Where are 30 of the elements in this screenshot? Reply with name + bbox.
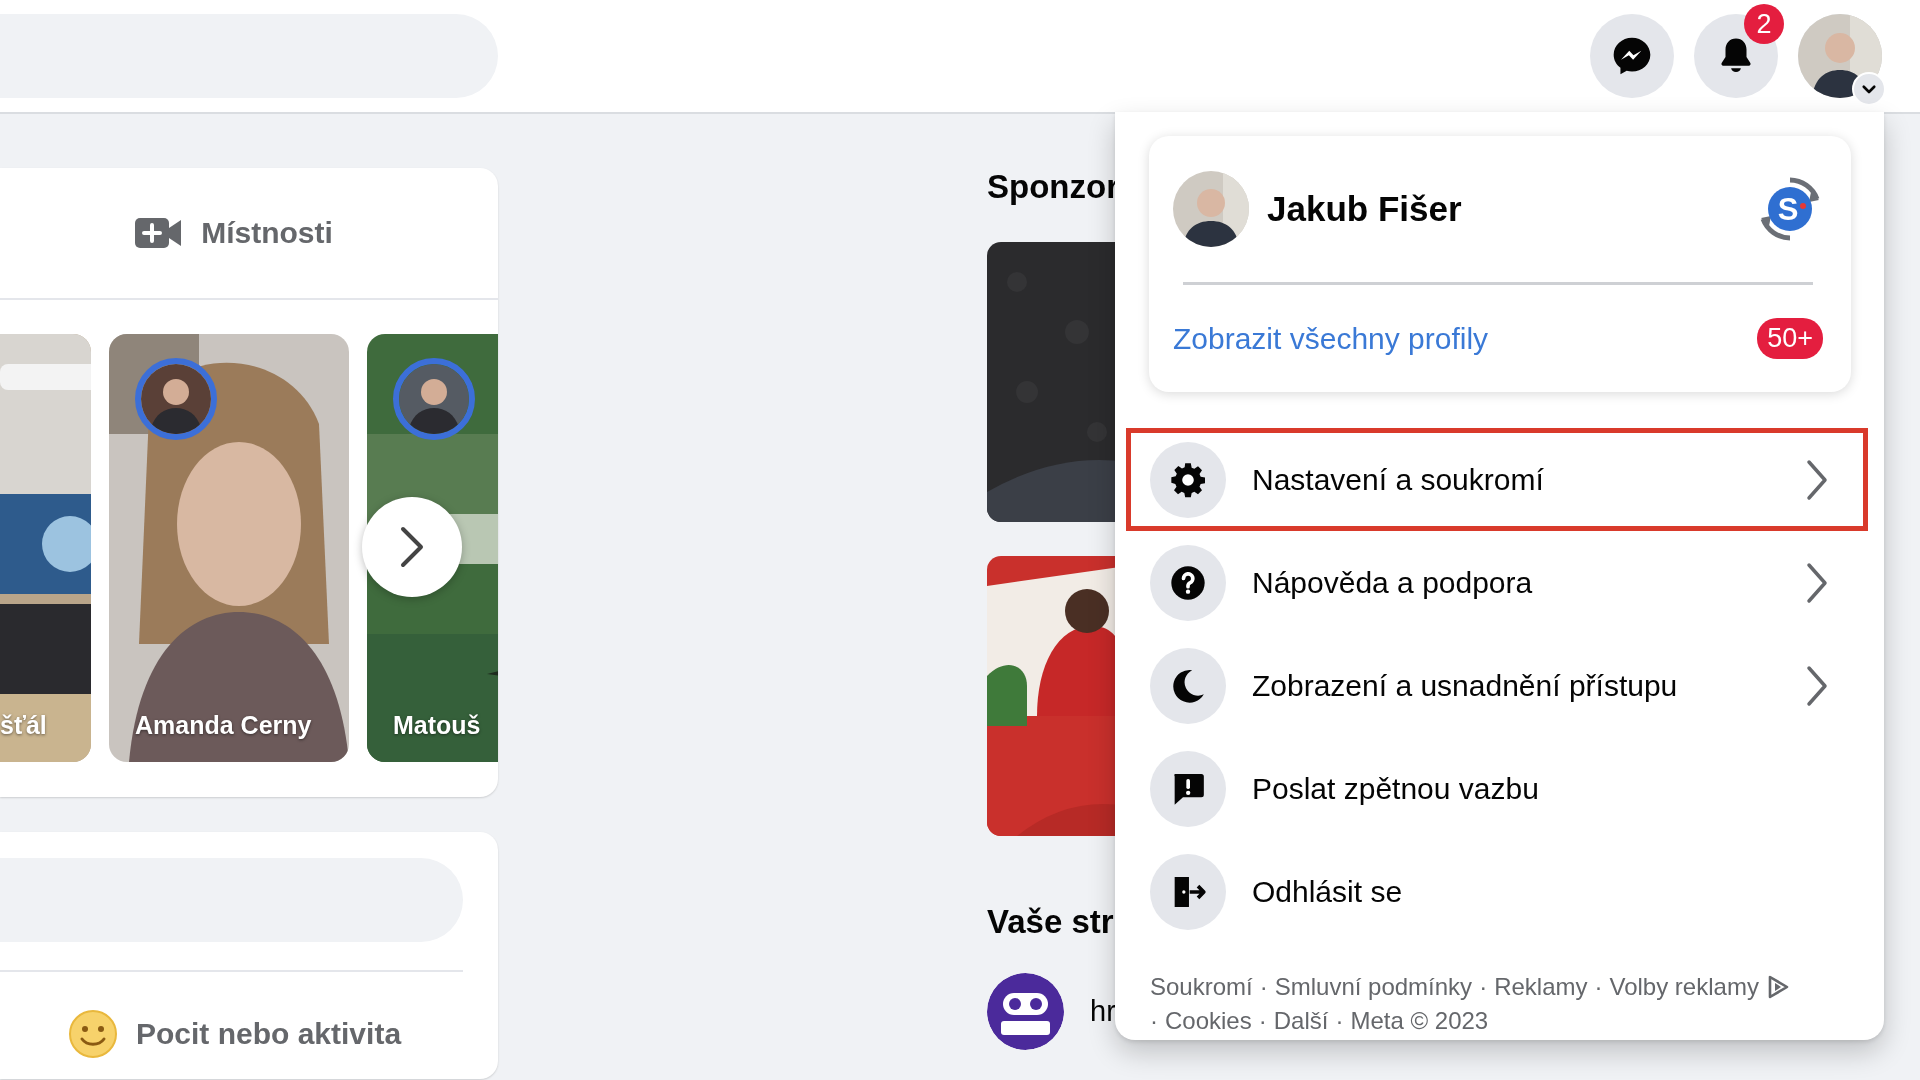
- profiles-count: 50+: [1757, 318, 1823, 359]
- account-switch-logo[interactable]: S: [1757, 176, 1823, 242]
- footer-link[interactable]: Volby reklamy: [1609, 973, 1759, 1001]
- section-heading: Sponzor: [987, 168, 1120, 207]
- menu-item[interactable]: Zobrazení a usnadnění přístupu: [1126, 634, 1868, 737]
- footer-separator: ·: [1150, 1007, 1158, 1035]
- smiley-icon: [68, 1009, 118, 1059]
- video-plus-icon: [135, 216, 182, 250]
- page-name[interactable]: hr: [1090, 995, 1116, 1028]
- notification-count: 2: [1744, 4, 1784, 44]
- footer-link[interactable]: Cookies: [1165, 1007, 1252, 1035]
- copyright-text: Meta © 2023: [1350, 1007, 1489, 1035]
- footer-separator: ·: [1479, 973, 1488, 1001]
- footer-separator: ·: [1259, 973, 1268, 1001]
- footer-separator: ·: [1594, 973, 1603, 1001]
- see-all-profiles-link[interactable]: Zobrazit všechny profily: [1173, 321, 1489, 356]
- menu-item[interactable]: Nápověda a podpora: [1126, 531, 1868, 634]
- footer-separator: ·: [1258, 1007, 1267, 1035]
- menu-item[interactable]: Odhlásit se: [1126, 840, 1868, 943]
- footer-separator: ·: [1335, 1007, 1344, 1035]
- profile-name[interactable]: Jakub Fišer: [1267, 189, 1739, 229]
- story-name: šťál: [0, 711, 47, 740]
- footer-link[interactable]: Další: [1273, 1007, 1329, 1035]
- footer-link[interactable]: Reklamy: [1494, 973, 1588, 1001]
- menu-item[interactable]: Poslat zpětnou vazbu: [1126, 737, 1868, 840]
- footer-link[interactable]: Soukromí: [1150, 973, 1253, 1001]
- menu-item[interactable]: Nastavení a soukromí: [1126, 428, 1868, 531]
- rooms-button[interactable]: Místnosti: [135, 216, 333, 250]
- footer-link[interactable]: Smluvní podmínky: [1274, 973, 1473, 1001]
- section-heading: Vaše str: [987, 903, 1115, 942]
